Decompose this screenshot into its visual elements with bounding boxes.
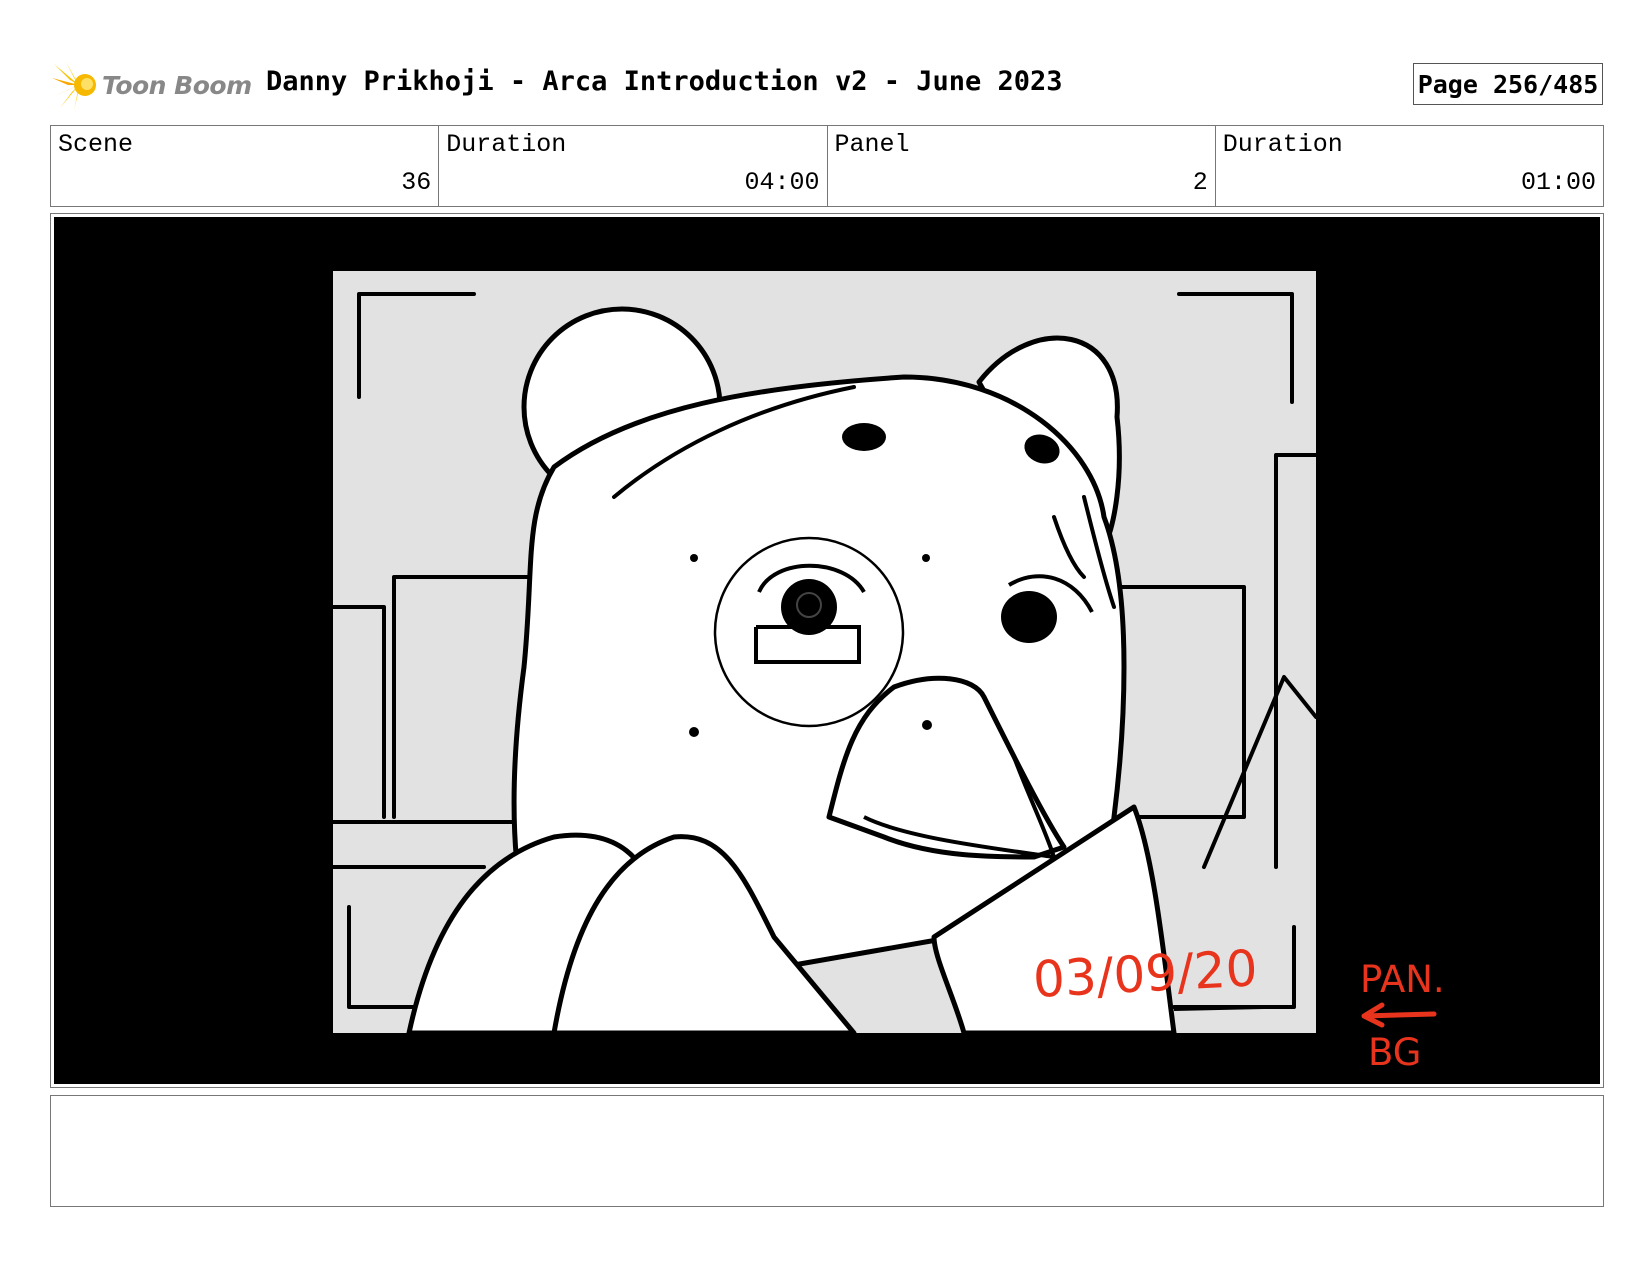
scene-duration-label: Duration — [446, 130, 567, 159]
panel-duration-cell: Duration 01:00 — [1216, 126, 1603, 206]
panel-duration-value: 01:00 — [1520, 168, 1596, 197]
panel-label: Panel — [834, 130, 910, 159]
panel-value: 2 — [1192, 168, 1208, 197]
scene-cell: Scene 36 — [51, 126, 440, 206]
panel-duration-label: Duration — [1222, 130, 1343, 159]
scene-label: Scene — [58, 130, 134, 159]
panel-info-table: Scene 36 Duration 04:00 Panel 2 Duration… — [50, 125, 1604, 207]
pan-note-line1: PAN. — [1360, 958, 1445, 1001]
scene-duration-value: 04:00 — [744, 168, 820, 197]
toon-boom-logo-icon — [52, 62, 96, 110]
toon-boom-logo: Toon Boom — [52, 58, 252, 112]
scene-value: 36 — [401, 168, 432, 197]
page-indicator: Page 256/485 — [1413, 63, 1603, 105]
storyboard-sketch: 03/09/20 PAN. BG — [54, 217, 1600, 1084]
panel-notes-area — [50, 1095, 1604, 1207]
document-title: Danny Prikhoji - Arca Introduction v2 - … — [266, 66, 1063, 97]
panel-cell: Panel 2 — [828, 126, 1216, 206]
pan-note-line2: BG — [1368, 1031, 1421, 1074]
logo-text: Toon Boom — [102, 70, 252, 100]
storyboard-panel-frame: 03/09/20 PAN. BG — [50, 213, 1604, 1088]
date-annotation: 03/09/20 — [1032, 939, 1259, 1009]
scene-duration-cell: Duration 04:00 — [439, 126, 828, 206]
